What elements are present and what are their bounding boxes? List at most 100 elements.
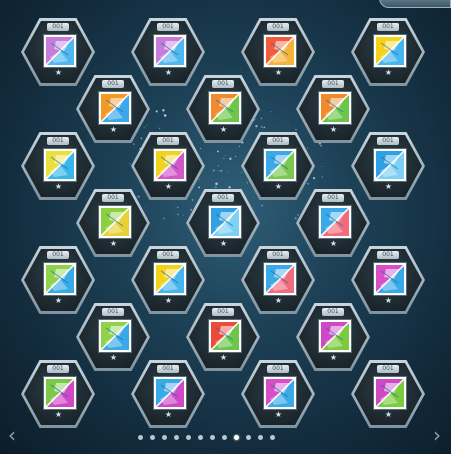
page-dot[interactable] xyxy=(246,435,251,440)
page-dot[interactable] xyxy=(150,435,155,440)
item-slot[interactable]: 001 ★ xyxy=(351,360,425,428)
star-particle xyxy=(260,125,263,129)
item-slot[interactable]: 001 ★ xyxy=(131,360,205,428)
item-slot[interactable]: 001 ★ xyxy=(21,360,95,428)
star-particle xyxy=(235,155,237,157)
page-dot[interactable] xyxy=(138,435,143,440)
item-icon xyxy=(374,263,406,295)
star-particle xyxy=(270,111,272,113)
item-code-label: 001 xyxy=(322,194,344,202)
item-icon xyxy=(44,149,76,181)
star-icon: ★ xyxy=(164,296,173,305)
item-icon xyxy=(99,206,131,238)
star-particle xyxy=(159,127,161,130)
item-icon xyxy=(209,320,241,352)
item-icon xyxy=(99,320,131,352)
star-particle xyxy=(162,109,165,112)
star-particle xyxy=(223,157,225,160)
item-icon xyxy=(44,377,76,409)
star-icon: ★ xyxy=(384,68,393,77)
star-particle xyxy=(263,126,266,129)
top-tab[interactable] xyxy=(379,0,451,8)
item-code-label: 001 xyxy=(267,365,289,373)
item-icon xyxy=(264,377,296,409)
star-particle xyxy=(229,157,232,160)
star-icon: ★ xyxy=(54,296,63,305)
item-code-label: 001 xyxy=(267,137,289,145)
star-icon: ★ xyxy=(219,125,228,134)
star-particle xyxy=(176,206,179,209)
item-icon xyxy=(374,149,406,181)
item-code-label: 001 xyxy=(377,365,399,373)
page-dot[interactable] xyxy=(174,435,179,440)
item-code-label: 001 xyxy=(212,80,234,88)
item-slot[interactable]: 001 ★ xyxy=(241,360,315,428)
item-code-label: 001 xyxy=(267,251,289,259)
star-icon: ★ xyxy=(54,68,63,77)
star-icon: ★ xyxy=(329,125,338,134)
star-particle xyxy=(225,155,227,157)
page-dot[interactable] xyxy=(234,435,239,440)
item-icon xyxy=(264,35,296,67)
item-code-label: 001 xyxy=(102,308,124,316)
item-icon xyxy=(44,35,76,67)
star-icon: ★ xyxy=(164,182,173,191)
page-dot[interactable] xyxy=(162,435,167,440)
star-icon: ★ xyxy=(274,182,283,191)
item-icon xyxy=(374,377,406,409)
item-code-label: 001 xyxy=(212,194,234,202)
item-code-label: 001 xyxy=(322,80,344,88)
item-code-label: 001 xyxy=(267,23,289,31)
page-dot[interactable] xyxy=(258,435,263,440)
item-code-label: 001 xyxy=(377,137,399,145)
star-icon: ★ xyxy=(109,125,118,134)
item-code-label: 001 xyxy=(157,23,179,31)
item-icon xyxy=(154,263,186,295)
star-particle xyxy=(182,214,184,216)
page-dot[interactable] xyxy=(270,435,275,440)
chevron-right-icon[interactable]: › xyxy=(433,425,441,445)
star-particle xyxy=(163,217,165,220)
item-icon xyxy=(209,92,241,124)
item-code-label: 001 xyxy=(47,23,69,31)
star-particle xyxy=(177,213,179,216)
star-particle xyxy=(260,117,263,120)
star-icon: ★ xyxy=(164,68,173,77)
item-code-label: 001 xyxy=(47,137,69,145)
page-dot[interactable] xyxy=(222,435,227,440)
star-particle xyxy=(321,176,323,178)
star-particle xyxy=(227,171,229,173)
item-icon xyxy=(319,206,351,238)
chevron-left-icon[interactable]: ‹ xyxy=(8,425,16,445)
page-dot[interactable] xyxy=(198,435,203,440)
star-icon: ★ xyxy=(274,296,283,305)
star-icon: ★ xyxy=(384,410,393,419)
item-icon xyxy=(209,206,241,238)
item-code-label: 001 xyxy=(102,80,124,88)
star-particle xyxy=(320,144,322,147)
star-particle xyxy=(321,166,323,168)
item-code-label: 001 xyxy=(322,308,344,316)
page-dot[interactable] xyxy=(186,435,191,440)
collection-board: 001 ★ 001 ★ 001 ★ 001 ★ 001 ★ 001 ★ 001 ★ 001 ★ 001 ★ 001 ★… xyxy=(0,0,451,454)
star-icon: ★ xyxy=(384,182,393,191)
item-icon xyxy=(154,35,186,67)
page-dot[interactable] xyxy=(210,435,215,440)
item-icon xyxy=(99,92,131,124)
star-icon: ★ xyxy=(54,410,63,419)
star-particle xyxy=(287,124,289,126)
star-particle xyxy=(155,110,158,113)
star-icon: ★ xyxy=(329,353,338,362)
star-icon: ★ xyxy=(329,239,338,248)
star-icon: ★ xyxy=(54,182,63,191)
item-icon xyxy=(264,263,296,295)
item-code-label: 001 xyxy=(47,365,69,373)
item-code-label: 001 xyxy=(47,251,69,259)
star-particle xyxy=(212,169,215,172)
item-code-label: 001 xyxy=(157,365,179,373)
star-icon: ★ xyxy=(219,353,228,362)
star-particle xyxy=(238,145,240,147)
item-code-label: 001 xyxy=(157,251,179,259)
star-particle xyxy=(214,186,217,189)
star-particle xyxy=(260,110,262,112)
